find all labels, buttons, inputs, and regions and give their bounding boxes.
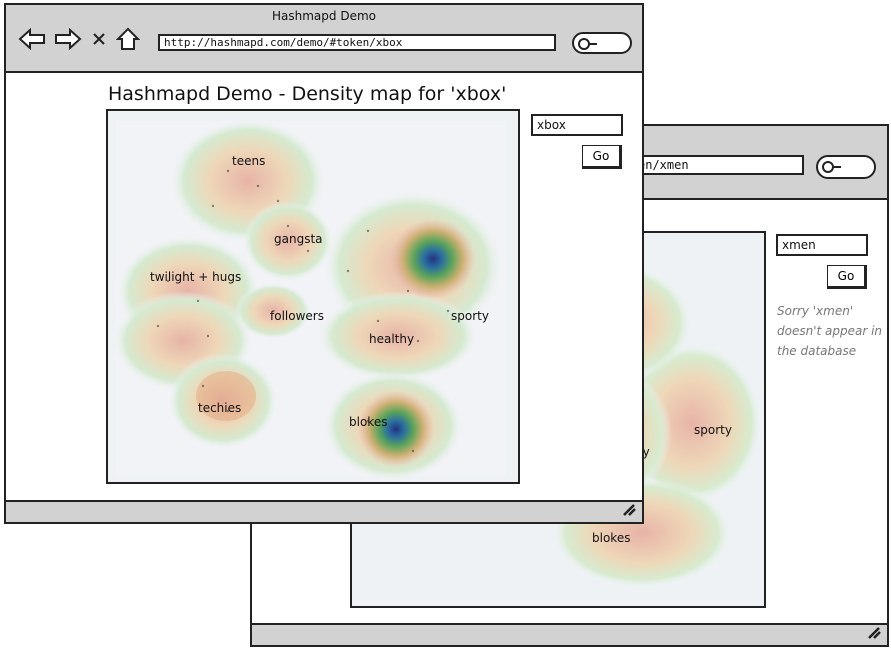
token-input[interactable]: xbox [531,114,623,136]
map-label-followers: followers [270,309,324,323]
resize-grip-icon[interactable] [867,625,881,643]
not-found-message: Sorry 'xmen' doesn't appear in the datab… [777,304,883,358]
home-icon[interactable] [116,27,140,51]
map-label-twilight-hugs: twilight + hugs [150,270,242,284]
resize-grip-icon[interactable] [622,502,636,520]
go-button[interactable]: Go [827,265,867,289]
map-label-sporty: sporty [451,309,489,323]
browser-chrome: Hashmapd Demo http://hashmapd.com/demo/#… [6,5,642,73]
page-title: Hashmapd Demo - Density map for 'xbox' [108,83,507,105]
window-title: Hashmapd Demo [272,9,376,23]
forward-arrow-icon[interactable] [54,28,82,50]
address-bar[interactable]: http://hashmapd.com/demo/#token/xbox [158,34,556,51]
go-button[interactable]: Go [582,145,622,169]
density-map: teens gangsta twilight + hugs followers … [106,109,520,484]
browser-window-front: Hashmapd Demo http://hashmapd.com/demo/#… [4,3,644,524]
token-input[interactable]: xmen [776,234,868,256]
map-label-teens: teens [232,154,266,168]
map-label: sporty [694,423,732,437]
map-label-techies: techies [198,401,242,415]
density-map-image [113,119,506,481]
status-bar [252,623,887,645]
nav-buttons [18,27,140,51]
map-label-gangsta: gangsta [274,232,323,246]
close-icon[interactable] [90,30,108,48]
map-label-healthy: healthy [369,332,415,346]
status-bar [6,500,642,522]
back-arrow-icon[interactable] [18,28,46,50]
search-icon[interactable] [572,32,632,54]
address-bar[interactable]: en/xmen [632,155,804,175]
map-label: blokes [592,531,631,545]
map-label-blokes: blokes [349,415,388,429]
search-icon[interactable] [816,155,876,179]
